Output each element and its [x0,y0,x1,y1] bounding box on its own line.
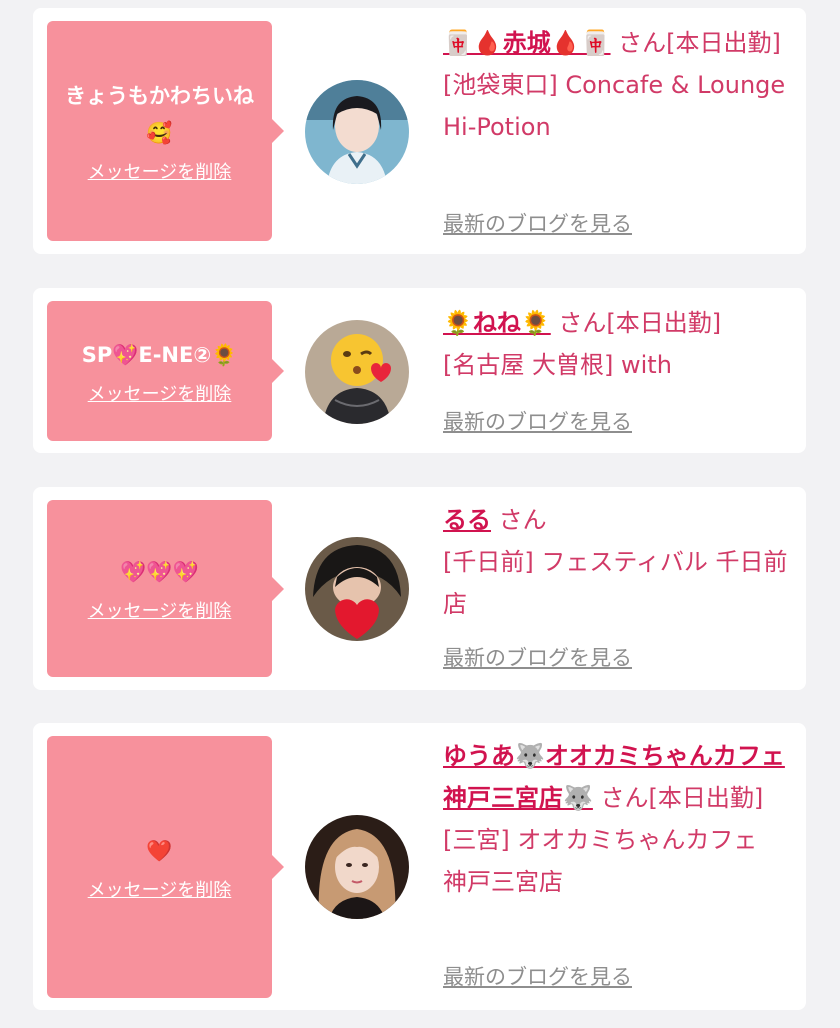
message-bubble: ❤️ メッセージを削除 [47,736,284,998]
delete-message-link[interactable]: メッセージを削除 [88,876,232,902]
latest-blog-link[interactable]: 最新のブログを見る [443,208,632,238]
avatar[interactable] [305,537,409,641]
latest-blog-link[interactable]: 最新のブログを見る [443,961,632,991]
delete-message-link[interactable]: メッセージを削除 [88,380,232,406]
cast-info: 🀄🩸赤城🩸🀄 さん[本日出勤] [池袋東口] Concafe & Lounge … [443,22,788,148]
shop-name: [千日前] フェスティバル 千日前店 [443,548,788,618]
avatar[interactable] [305,80,409,184]
message-text: SP💖E-NE②🌻 [81,342,238,367]
message-list: きょうもかわちいね🥰 メッセージを削除 🀄🩸赤城🩸🀄 さん[本日出勤] [池袋東… [0,0,840,1028]
message-card: 💖💖💖 メッセージを削除 るる さん [千日前] フェスティバル 千日前店 最新… [33,487,806,690]
shop-name: [池袋東口] Concafe & Lounge Hi-Potion [443,71,786,141]
message-card: SP💖E-NE②🌻 メッセージを削除 🌻ねね🌻 さん[本日出勤] [名古屋 大曽… [33,288,806,453]
message-card: きょうもかわちいね🥰 メッセージを削除 🀄🩸赤城🩸🀄 さん[本日出勤] [池袋東… [33,8,806,254]
delete-message-link[interactable]: メッセージを削除 [88,597,232,623]
message-text: ❤️ [146,838,173,863]
cast-info: ゆうあ🐺オオカミちゃんカフェ神戸三宮店🐺 さん[本日出勤] [三宮] オオカミち… [443,735,788,903]
message-card: ❤️ メッセージを削除 ゆうあ🐺オオカミちゃんカフェ神戸三宮店🐺 さん[本日出勤… [33,723,806,1010]
message-text: きょうもかわちいね🥰 [65,84,254,145]
cast-name-link[interactable]: 🀄🩸赤城🩸🀄 [443,29,611,57]
message-bubble: 💖💖💖 メッセージを削除 [47,500,284,677]
message-bubble: きょうもかわちいね🥰 メッセージを削除 [47,21,284,241]
cast-name-link[interactable]: るる [443,506,491,534]
cast-info: るる さん [千日前] フェスティバル 千日前店 [443,499,788,625]
latest-blog-link[interactable]: 最新のブログを見る [443,406,632,436]
avatar[interactable] [305,815,409,919]
message-text: 💖💖💖 [120,560,199,584]
cast-status: さん[本日出勤] [618,29,781,57]
delete-message-link[interactable]: メッセージを削除 [88,158,232,184]
avatar[interactable] [305,320,409,424]
cast-info: 🌻ねね🌻 さん[本日出勤] [名古屋 大曽根] with [443,302,788,386]
cast-name-link[interactable]: 🌻ねね🌻 [443,309,551,337]
message-bubble: SP💖E-NE②🌻 メッセージを削除 [47,301,284,441]
cast-status: さん[本日出勤] [600,784,764,812]
cast-status: さん [498,506,547,534]
shop-name: [三宮] オオカミちゃんカフェ 神戸三宮店 [443,826,758,896]
cast-status: さん[本日出勤] [558,309,722,337]
shop-name: [名古屋 大曽根] with [443,351,672,379]
latest-blog-link[interactable]: 最新のブログを見る [443,642,632,672]
